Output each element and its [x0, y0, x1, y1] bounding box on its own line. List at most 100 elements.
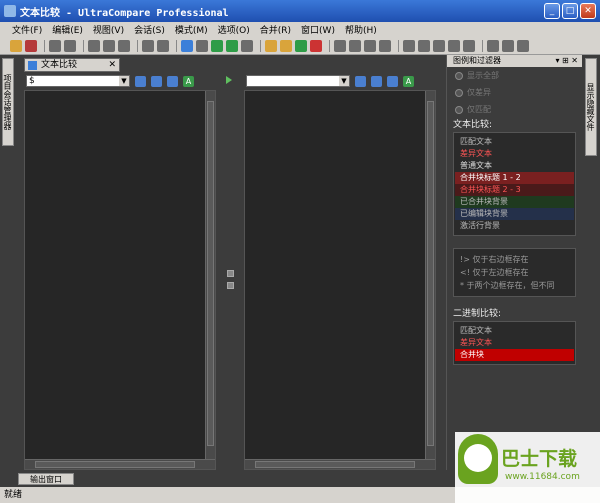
legend-item: 匹配文本	[455, 136, 574, 148]
browse-folder-icon[interactable]	[355, 75, 366, 87]
menu-options[interactable]: 选项(O)	[218, 23, 250, 36]
ftp-icon[interactable]	[265, 39, 277, 52]
save-all-icon[interactable]	[517, 39, 529, 52]
legend-item: 激活行背景	[455, 220, 574, 232]
go-icon[interactable]	[295, 39, 307, 52]
chevron-down-icon[interactable]: ▼	[119, 76, 129, 86]
left-path-combo[interactable]: $ ▼	[26, 75, 130, 87]
merge-all-icon[interactable]	[448, 39, 460, 52]
binary-compare-icon[interactable]	[211, 39, 223, 52]
legend-item: 已合并块背景	[455, 196, 574, 208]
legend-item: 已编辑块背景	[455, 208, 574, 220]
right-vertical-scrollbar[interactable]	[425, 91, 435, 461]
document-tab-label: 文本比较	[41, 60, 78, 70]
legend-item: 普通文本	[455, 160, 574, 172]
sync-scroll-button[interactable]	[227, 270, 234, 277]
menu-view[interactable]: 视图(V)	[93, 23, 124, 36]
edit-mode-icon[interactable]: A	[403, 75, 414, 87]
legend-item: 合并块标题 2 - 3	[455, 184, 574, 196]
table-icon[interactable]	[196, 39, 208, 52]
layout-icon[interactable]	[88, 39, 100, 52]
open-folder-icon[interactable]	[10, 39, 22, 52]
right-pane: ▼ A	[244, 72, 436, 470]
print-icon[interactable]	[64, 39, 76, 52]
text-compare-label: 文本比较:	[453, 120, 493, 130]
copy-left-icon[interactable]	[403, 39, 415, 52]
horizontal-icon[interactable]	[118, 39, 130, 52]
panel-title: 图例和过滤器 ▾ ⊞ ✕	[447, 55, 582, 67]
stop-icon[interactable]	[142, 39, 154, 52]
left-vertical-scrollbar[interactable]	[205, 91, 215, 461]
close-button[interactable]: ✕	[580, 3, 596, 19]
flag-right-only: !> 仅于右边框存在	[460, 255, 529, 264]
menu-edit[interactable]: 编辑(E)	[52, 23, 83, 36]
right-text-view[interactable]	[244, 90, 436, 470]
copy-right-icon[interactable]	[418, 39, 430, 52]
output-window-tab[interactable]: 输出窗口	[18, 473, 74, 485]
ftp-browse-icon[interactable]	[167, 75, 178, 87]
sync-icon[interactable]	[241, 39, 253, 52]
toolbar	[0, 37, 600, 55]
recent-folder-icon[interactable]	[151, 75, 162, 87]
show-hidden-files-tab[interactable]: 显示隐藏文件	[585, 58, 597, 156]
right-path-combo[interactable]: ▼	[246, 75, 350, 87]
legend-item: 合并块标题 1 - 2	[455, 172, 574, 184]
chevron-down-icon[interactable]: ▼	[339, 76, 349, 86]
undo-icon[interactable]	[487, 39, 499, 52]
menu-window[interactable]: 窗口(W)	[301, 23, 335, 36]
legend-item: 匹配文本	[455, 325, 574, 337]
menu-mode[interactable]: 模式(M)	[175, 23, 208, 36]
edit-mode-icon[interactable]: A	[183, 75, 194, 87]
arrow-down-icon[interactable]	[334, 39, 346, 52]
radio-diff-only[interactable]: 仅差异	[447, 84, 582, 101]
arrow-left-icon[interactable]	[364, 39, 376, 52]
app-icon	[4, 5, 16, 17]
watermark: 巴士下载 www.11684.com	[455, 432, 600, 503]
compare-go-icon[interactable]	[226, 76, 232, 84]
watermark-title: 巴士下载	[501, 448, 578, 470]
flag-both-diff: * 于两个边框存在，但不同	[460, 281, 555, 290]
split-icon[interactable]	[103, 39, 115, 52]
save-icon[interactable]	[502, 39, 514, 52]
left-path-value: $	[29, 76, 35, 86]
menu-file[interactable]: 文件(F)	[12, 23, 42, 36]
text-compare-icon[interactable]	[181, 39, 193, 52]
minimize-button[interactable]: _	[544, 3, 560, 19]
left-text-view[interactable]	[24, 90, 216, 470]
left-horizontal-scrollbar[interactable]	[25, 459, 215, 469]
legend-item: 差异文本	[455, 337, 574, 349]
merge-icon[interactable]	[433, 39, 445, 52]
document-tab[interactable]: 文本比较 ✕	[24, 58, 120, 72]
radio-match-only[interactable]: 仅匹配	[447, 101, 582, 118]
title-bar: 文本比较 - UltraCompare Professional _ □ ✕	[0, 0, 600, 22]
radio-show-all[interactable]: 显示全部	[447, 67, 582, 84]
block-icon[interactable]	[463, 39, 475, 52]
text-legend: 匹配文本 差异文本 普通文本 合并块标题 1 - 2 合并块标题 2 - 3 已合并块背景…	[453, 132, 576, 236]
session-manager-tab[interactable]: 项目会话管理器	[2, 58, 14, 146]
print-preview-icon[interactable]	[49, 39, 61, 52]
menu-session[interactable]: 会话(S)	[134, 23, 165, 36]
arrow-up-icon[interactable]	[349, 39, 361, 52]
archive-icon[interactable]	[280, 39, 292, 52]
browse-folder-icon[interactable]	[135, 75, 146, 87]
window-title: 文本比较 - UltraCompare Professional	[20, 7, 229, 19]
binary-legend: 匹配文本 差异文本 合并块	[453, 321, 576, 365]
folder-compare-icon[interactable]	[226, 39, 238, 52]
record-icon[interactable]	[310, 39, 322, 52]
document-icon	[28, 61, 37, 70]
menu-merge[interactable]: 合并(R)	[260, 23, 291, 36]
pin-icon[interactable]: ▾ ⊞ ✕	[555, 55, 578, 67]
right-horizontal-scrollbar[interactable]	[245, 459, 435, 469]
refresh-icon[interactable]	[157, 39, 169, 52]
recent-folder-icon[interactable]	[371, 75, 382, 87]
arrow-right-icon[interactable]	[379, 39, 391, 52]
swap-button[interactable]	[227, 282, 234, 289]
session-icon[interactable]	[25, 39, 37, 52]
close-tab-icon[interactable]: ✕	[108, 59, 116, 71]
watermark-url: www.11684.com	[505, 472, 580, 482]
ftp-browse-icon[interactable]	[387, 75, 398, 87]
legend-filter-panel: 图例和过滤器 ▾ ⊞ ✕ 显示全部 仅差异 仅匹配 文本比较: 匹配文本 差异文本…	[446, 55, 582, 470]
menu-help[interactable]: 帮助(H)	[345, 23, 377, 36]
maximize-button[interactable]: □	[562, 3, 578, 19]
legend-item: 差异文本	[455, 148, 574, 160]
